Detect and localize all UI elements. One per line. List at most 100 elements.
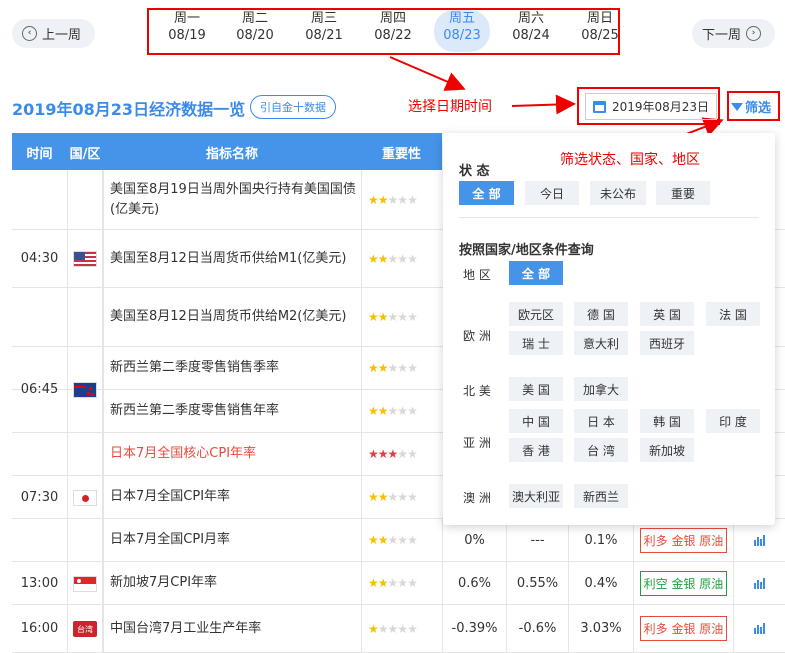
indicator-name[interactable]: 日本7月全国CPI年率 — [104, 487, 230, 507]
region-option[interactable]: 新西兰 — [574, 484, 628, 508]
star-icon: ★ — [407, 447, 418, 461]
indicator-name[interactable]: 美国至8月12日当周货币供给M2(亿美元) — [104, 307, 346, 327]
region-option[interactable]: 意大利 — [574, 331, 628, 355]
time-cell: 13:00 — [20, 576, 59, 591]
status-option[interactable]: 今日 — [525, 181, 579, 205]
bar-chart-icon[interactable] — [754, 577, 765, 589]
region-option[interactable]: 韩 国 — [640, 409, 694, 433]
status-option[interactable]: 未公布 — [590, 181, 646, 205]
importance-stars: ★★★★★ — [362, 533, 418, 547]
region-option[interactable]: 日 本 — [574, 409, 628, 433]
indicator-name[interactable]: 日本7月全国核心CPI年率 — [104, 444, 256, 464]
indicator-cell: 新西兰第二季度零售销售季率 — [103, 347, 361, 389]
actual-value: 0.1% — [584, 532, 618, 548]
bar-chart-icon[interactable] — [754, 623, 765, 634]
star-icon: ★ — [368, 621, 379, 636]
indicator-name[interactable]: 新西兰第二季度零售销售季率 — [104, 358, 279, 378]
indicator-name[interactable]: 美国至8月12日当周货币供给M1(亿美元) — [104, 249, 346, 269]
star-icon: ★ — [397, 490, 408, 504]
importance-cell: ★★★★★ — [361, 347, 442, 389]
time-cell: 04:30 — [20, 251, 59, 266]
star-icon: ★ — [387, 310, 399, 324]
region-option[interactable]: 欧元区 — [509, 302, 563, 326]
region-option[interactable]: 英 国 — [640, 302, 694, 326]
indicator-cell: 美国至8月12日当周货币供给M2(亿美元) — [103, 288, 361, 346]
indicator-name[interactable]: 中国台湾7月工业生产年率 — [104, 619, 261, 639]
star-icon: ★ — [407, 490, 418, 504]
status-option[interactable]: 全 部 — [459, 181, 514, 205]
importance-stars: ★★★★★ — [362, 490, 418, 504]
region-option[interactable]: 澳大利亚 — [509, 484, 563, 508]
region-option[interactable]: 印 度 — [706, 409, 760, 433]
star-icon: ★ — [377, 310, 389, 324]
effect-cell: 利多 金银 原油 — [633, 605, 733, 652]
region-option[interactable]: 新加坡 — [640, 438, 694, 462]
star-icon: ★ — [368, 490, 379, 504]
indicator-name[interactable]: 日本7月全国CPI月率 — [104, 530, 230, 550]
effect-badge: 利空 金银 原油 — [639, 570, 728, 596]
star-icon: ★ — [387, 404, 399, 418]
indicator-name[interactable]: 新加坡7月CPI年率 — [104, 573, 217, 593]
region-option[interactable]: 瑞 士 — [509, 331, 563, 355]
star-icon: ★ — [368, 192, 379, 207]
importance-stars: ★★★★★ — [362, 192, 418, 207]
importance-cell: ★★★★★ — [361, 605, 442, 652]
date-picker[interactable]: 2019年08月23日 — [585, 93, 717, 120]
flag-cell — [67, 170, 103, 347]
date-annotation: 选择日期时间 — [408, 99, 492, 115]
importance-cell: ★★★★★ — [361, 519, 442, 561]
region-option[interactable]: 台 湾 — [574, 438, 628, 462]
effect-badge: 利多 金银 原油 — [639, 616, 728, 641]
star-icon: ★ — [407, 192, 418, 207]
bar-chart-icon[interactable] — [754, 534, 765, 546]
filter-annotation: 筛选状态、国家、地区 — [560, 152, 700, 168]
status-option[interactable]: 重要 — [656, 181, 710, 205]
arrow-days-to-note — [389, 56, 466, 91]
actual-value: 3.03% — [580, 621, 622, 636]
star-icon: ★ — [407, 251, 418, 266]
indicator-cell: 日本7月全国CPI月率 — [103, 519, 361, 561]
funnel-icon — [731, 102, 743, 111]
table-row: 日本7月全国CPI月率 ★★★★★ 0% --- 0.1% 利多 金银 原油 — [12, 519, 785, 562]
region-option[interactable]: 德 国 — [574, 302, 628, 326]
star-icon: ★ — [407, 533, 418, 547]
region-option[interactable]: 加拿大 — [574, 377, 628, 401]
previous-value-cell: 0.6% — [442, 562, 506, 604]
star-icon: ★ — [397, 533, 408, 547]
area-all-option[interactable]: 全 部 — [509, 261, 563, 285]
area-label: 地 区 — [463, 268, 491, 282]
region-option[interactable]: 法 国 — [706, 302, 760, 326]
time-cell: 06:45 — [20, 382, 59, 397]
star-icon: ★ — [377, 533, 389, 547]
forecast-value-cell: 0.55% — [506, 562, 568, 604]
column-header-importance: 重要性 — [381, 147, 421, 162]
region-option[interactable]: 中 国 — [509, 409, 563, 433]
star-icon: ★ — [368, 251, 379, 266]
region-option[interactable]: 香 港 — [509, 438, 563, 462]
filter-button[interactable]: 筛选 — [731, 97, 771, 116]
time-cell: 07:30 — [20, 490, 59, 505]
region-option[interactable]: 美 国 — [509, 377, 563, 401]
flag-cell — [67, 562, 103, 605]
region-option[interactable]: 西班牙 — [640, 331, 694, 355]
column-header-region: 国/区 — [69, 147, 101, 162]
region-heading: 按照国家/地区条件查询 — [459, 243, 594, 258]
previous-value-cell: -0.39% — [442, 605, 506, 652]
star-icon: ★ — [407, 576, 418, 590]
flag-cell: 台湾 — [67, 605, 103, 653]
calendar-icon — [592, 100, 606, 113]
importance-cell: ★★★★★ — [361, 230, 442, 287]
star-icon: ★ — [407, 621, 418, 636]
importance-stars: ★★★★★ — [362, 576, 418, 590]
indicator-name[interactable]: 美国至8月19日当周外国央行持有美国国债(亿美元) — [104, 180, 361, 220]
star-icon: ★ — [387, 447, 399, 461]
star-icon: ★ — [397, 576, 408, 590]
us-flag-icon — [73, 250, 97, 267]
source-pill[interactable]: 引自金十数据 — [250, 95, 336, 119]
indicator-name[interactable]: 新西兰第二季度零售销售年率 — [104, 401, 279, 421]
indicator-cell: 中国台湾7月工业生产年率 — [103, 605, 361, 652]
star-icon: ★ — [397, 361, 408, 375]
star-icon: ★ — [387, 192, 399, 207]
star-icon: ★ — [387, 361, 399, 375]
date-picker-value: 2019年08月23日 — [611, 100, 710, 114]
